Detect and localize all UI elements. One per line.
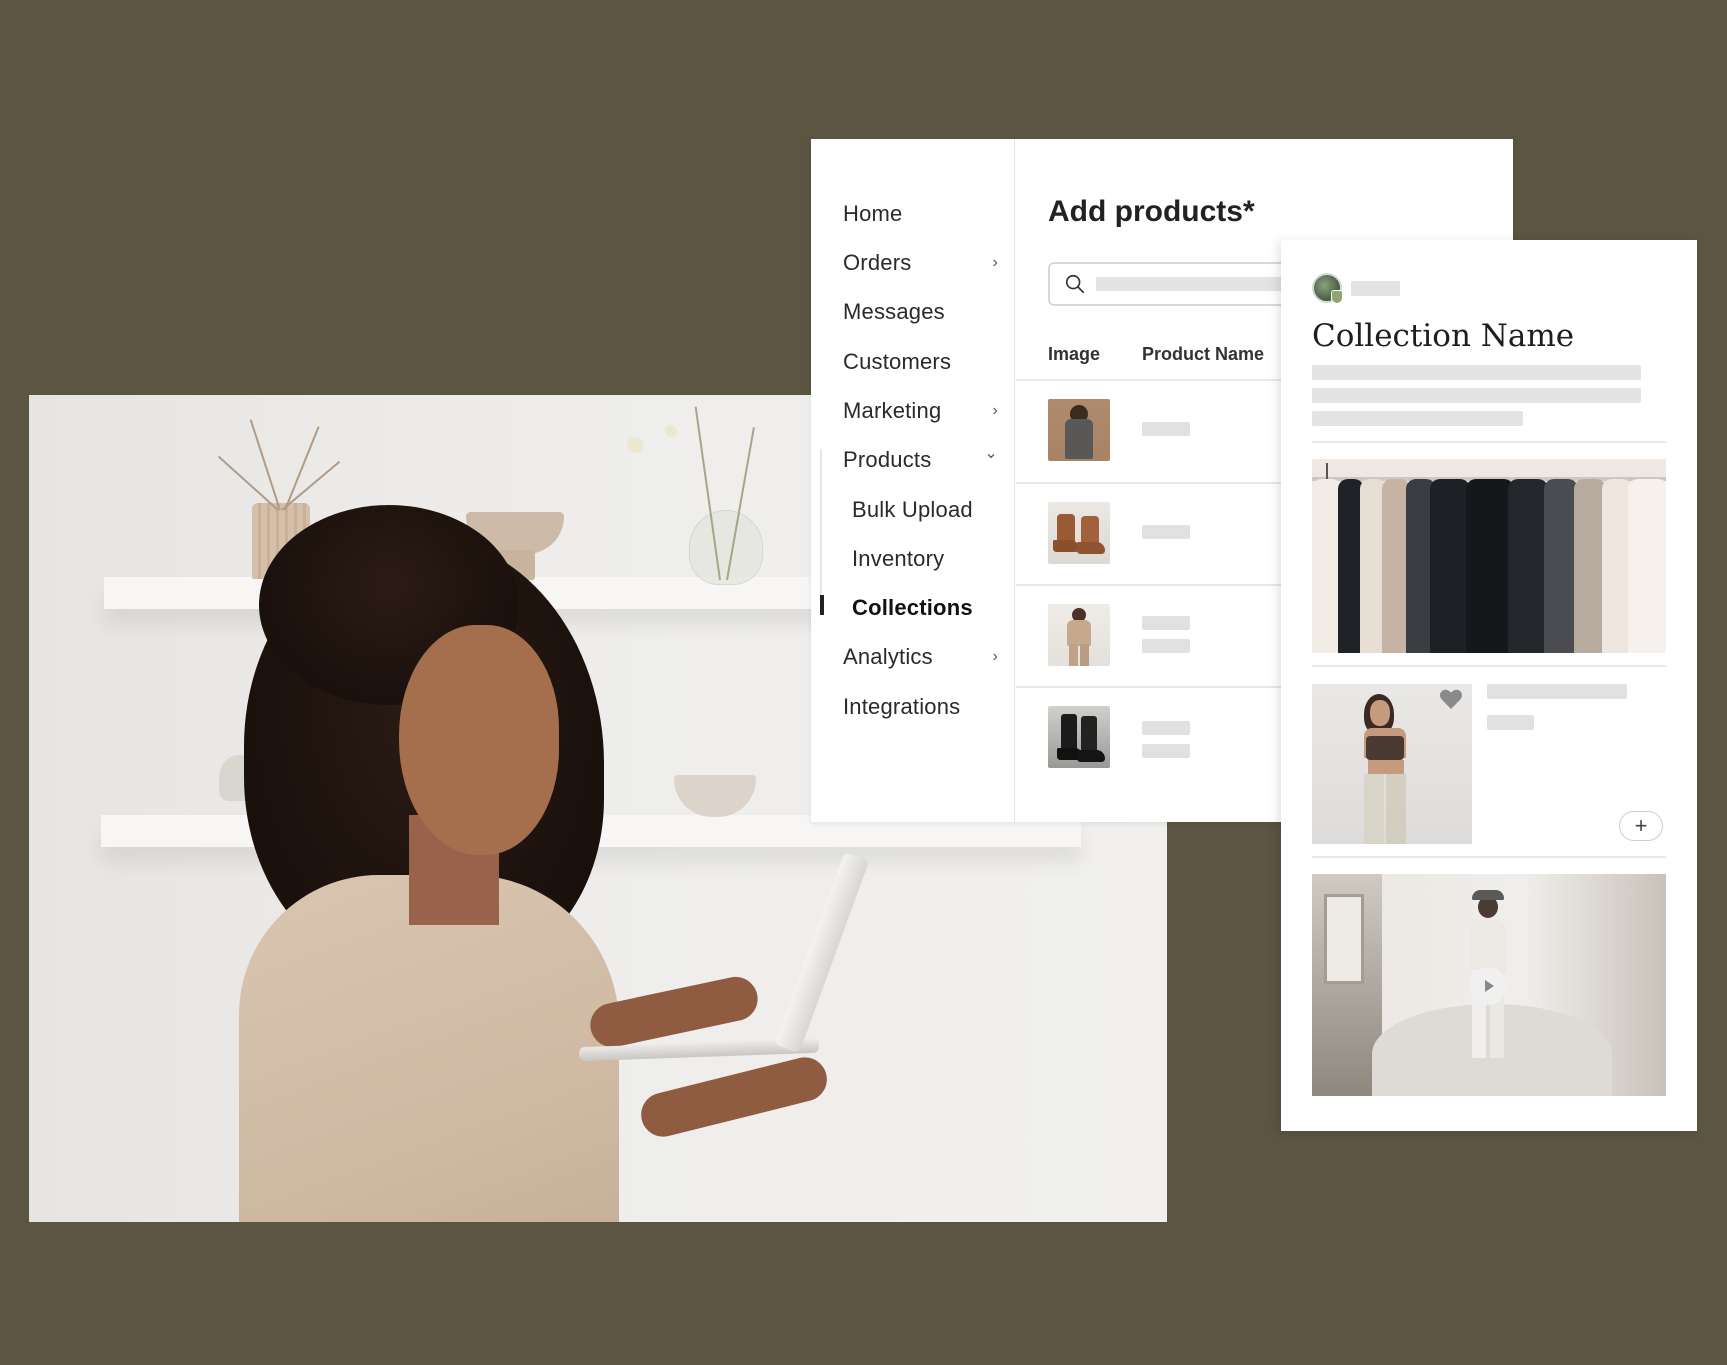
chevron-right-icon: › [992,254,998,271]
product-name-placeholder [1142,616,1190,630]
beige-suit-photo [1048,604,1110,666]
product-price-placeholder [1487,715,1534,730]
sidebar-item-integrations[interactable]: Integrations [843,688,1006,726]
clothing-rack-photo[interactable] [1312,459,1666,653]
shop-name-placeholder [1351,281,1400,296]
sidebar-item-analytics[interactable]: Analytics › [843,638,1006,676]
sidebar-item-marketing[interactable]: Marketing › [843,392,1006,430]
collection-preview-card: Collection Name + [1281,240,1697,1131]
black-combat-boots-photo [1048,706,1110,768]
add-button[interactable]: + [1619,811,1663,841]
table-row[interactable] [1016,686,1316,788]
product-name-placeholder [1142,639,1190,653]
search-icon [1065,274,1085,294]
product-title-placeholder [1487,684,1627,699]
play-icon [1485,980,1494,992]
column-header-product-name[interactable]: Product Name [1142,344,1264,365]
blazer-suit-photo [1048,399,1110,461]
sidebar-item-home[interactable]: Home [843,195,1006,233]
sidebar-nav: Home Orders › Messages Customers Marketi… [811,139,1015,822]
product-name-placeholder [1142,525,1190,539]
small-bowl [674,775,756,817]
chevron-right-icon: › [992,402,998,419]
description-placeholder [1312,388,1641,403]
chevron-right-icon: › [992,648,998,665]
column-header-image[interactable]: Image [1048,344,1100,365]
table-row[interactable] [1016,584,1316,686]
product-name-placeholder [1142,721,1190,735]
product-name-placeholder [1142,422,1190,436]
active-indicator [820,595,824,615]
sidebar-item-bulk-upload[interactable]: Bulk Upload [852,491,1006,529]
sidebar-item-collections[interactable]: Collections [852,589,1006,627]
sidebar-item-inventory[interactable]: Inventory [852,540,1006,578]
collection-title: Collection Name [1312,318,1575,354]
table-row[interactable] [1016,482,1316,584]
description-placeholder [1312,411,1523,426]
play-button[interactable] [1469,967,1507,1005]
studio-model-video[interactable] [1312,874,1666,1096]
sidebar-item-customers[interactable]: Customers [843,343,1006,381]
product-name-placeholder [1142,744,1190,758]
sidebar-item-products[interactable]: Products ⌄ [843,441,1006,479]
chevron-down-icon: ⌄ [984,445,998,462]
divider [1312,856,1666,858]
description-placeholder [1312,365,1641,380]
brown-chelsea-boots-photo [1048,502,1110,564]
divider [1312,665,1666,667]
sidebar-item-messages[interactable]: Messages [843,293,1006,331]
sidebar-item-orders[interactable]: Orders › [843,244,1006,282]
divider [1312,441,1666,443]
heart-icon[interactable] [1439,688,1463,710]
person-face [399,625,559,855]
page-title: Add products* [1048,195,1255,228]
person-shirt [239,875,619,1222]
shield-badge-icon [1331,290,1343,304]
table-row[interactable] [1016,379,1316,481]
